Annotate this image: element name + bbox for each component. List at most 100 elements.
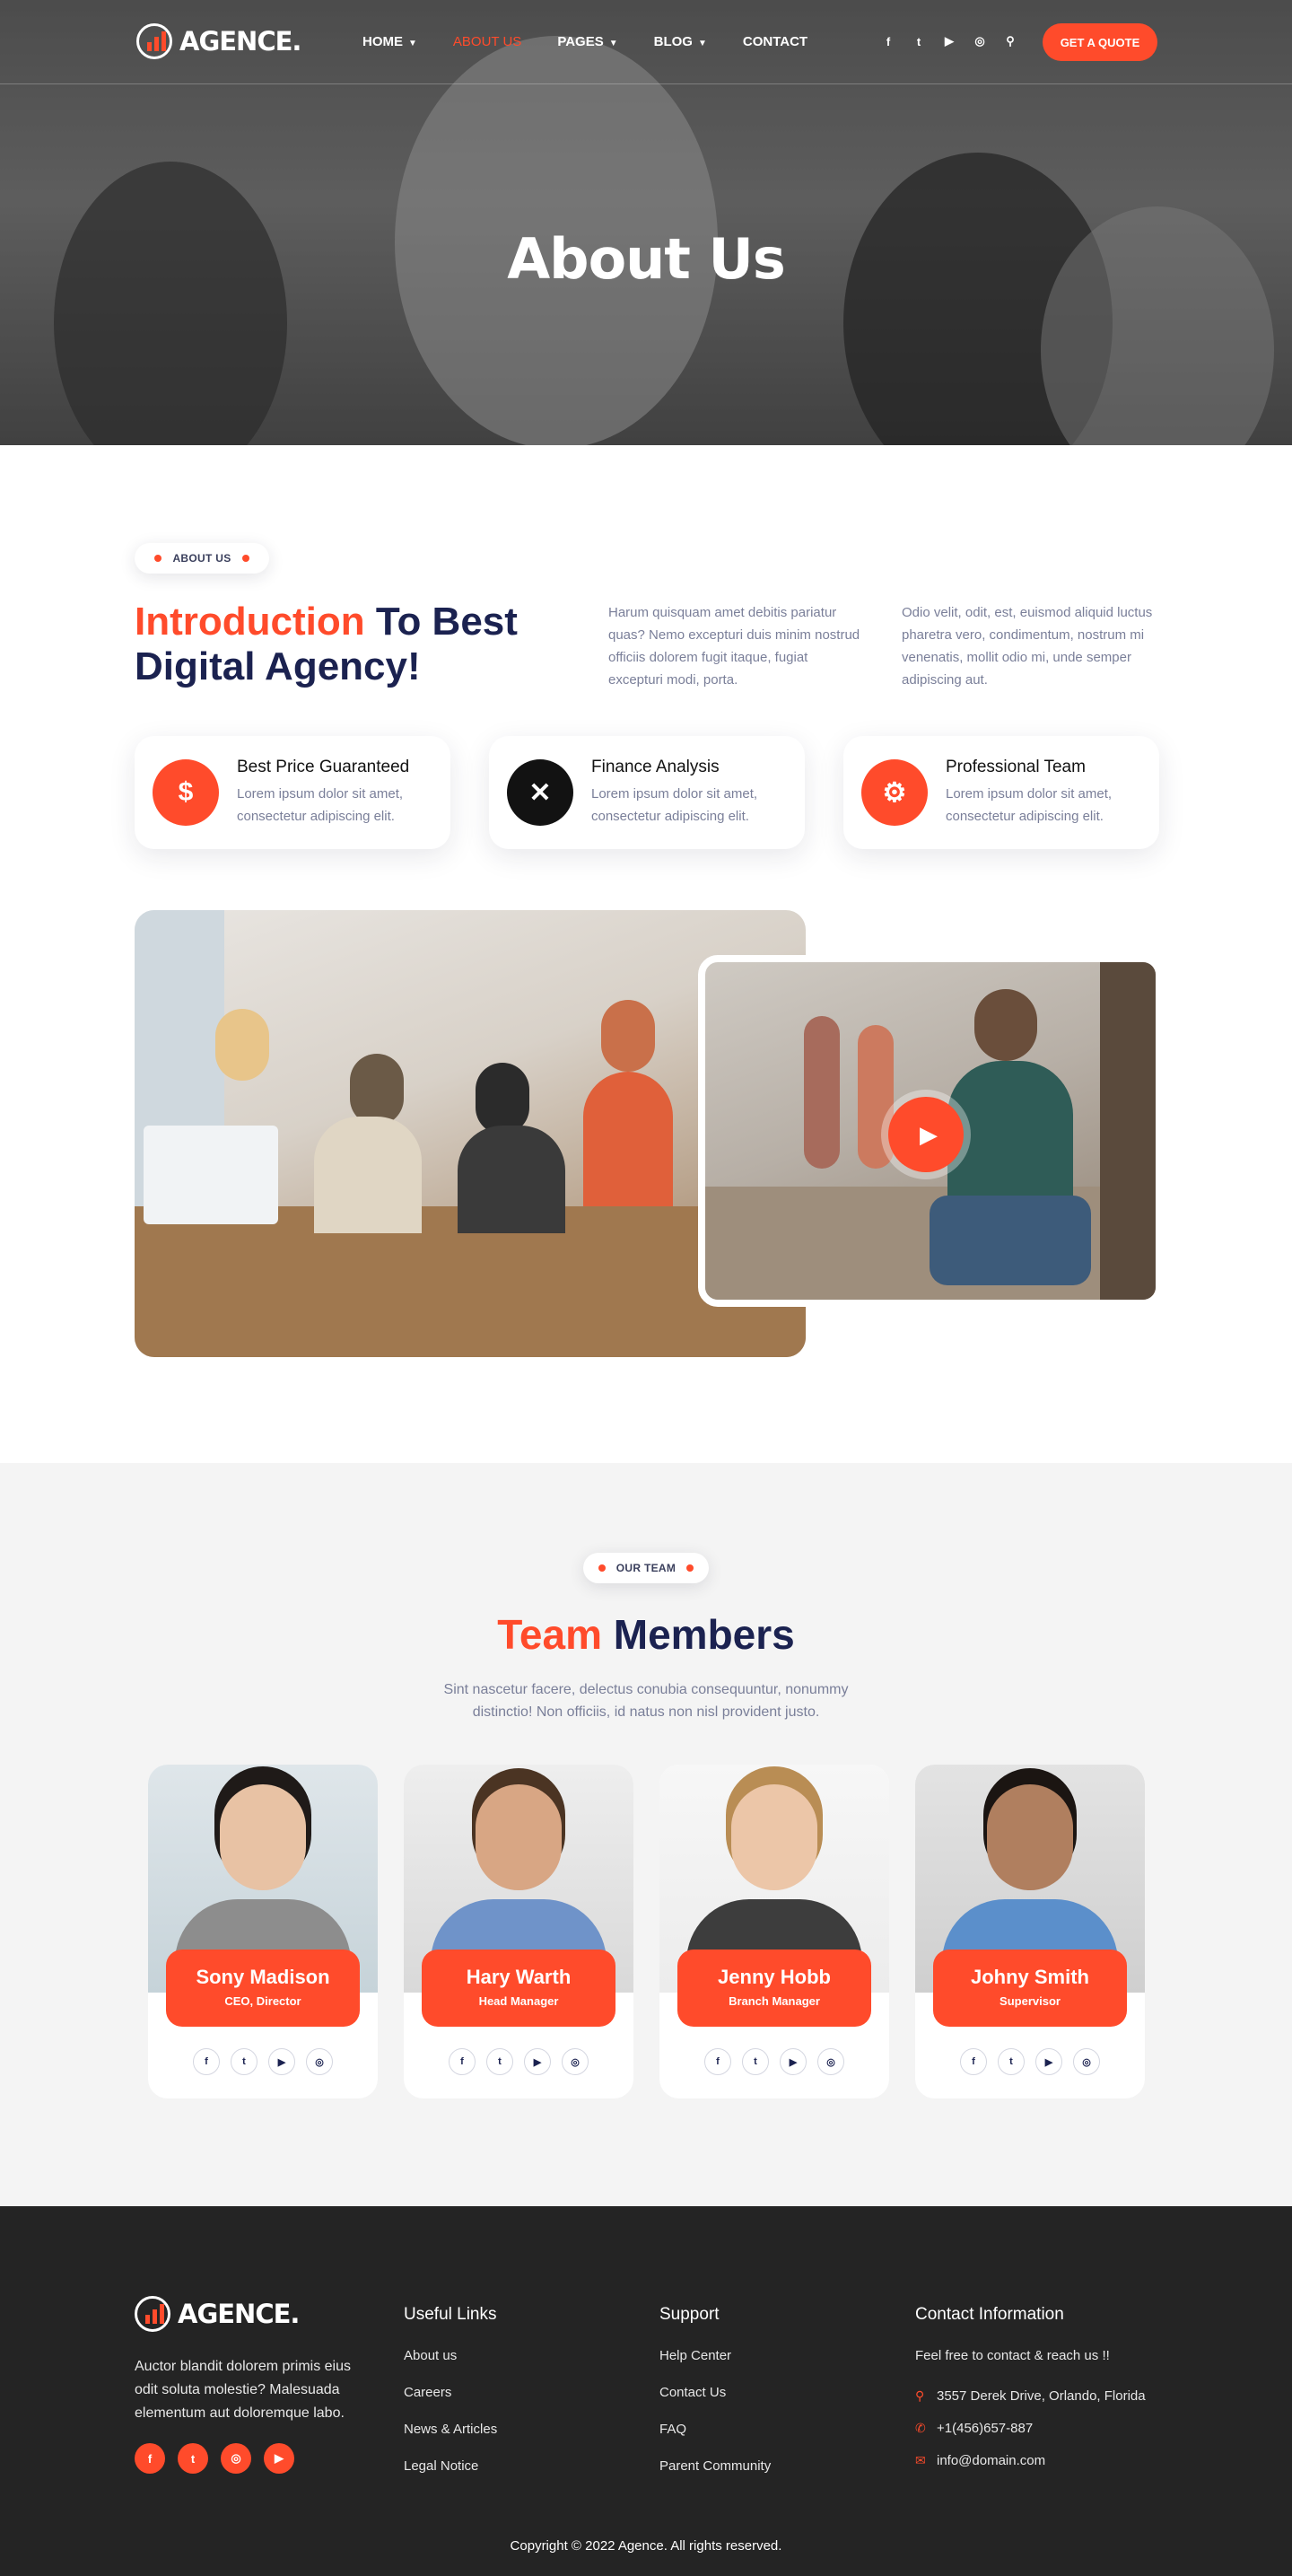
instagram-icon[interactable]: ◎ [306, 2048, 333, 2075]
logo-chart-icon [135, 2296, 170, 2332]
dot-icon [241, 555, 249, 562]
instagram-icon[interactable]: ◎ [817, 2048, 844, 2075]
chevron-down-icon: ▼ [608, 39, 618, 48]
footer-link[interactable]: About us [404, 2348, 497, 2385]
brand-logo[interactable]: AGENCE. [136, 23, 301, 59]
youtube-icon[interactable]: ▶ [264, 2443, 294, 2474]
footer-phone[interactable]: ✆ +1(456)657-887 [915, 2412, 1146, 2444]
member-name-box: Hary Warth Head Manager [422, 1950, 615, 2027]
feature-description: Lorem ipsum dolor sit amet, consectetur … [591, 786, 758, 824]
facebook-icon[interactable]: f [879, 32, 897, 50]
chevron-down-icon: ▼ [408, 39, 417, 48]
dot-icon [154, 555, 162, 562]
about-paragraph: Harum quisquam amet debitis pariatur qua… [608, 605, 860, 688]
team-member-card: Johny Smith Supervisor f t ▶ ◎ [915, 1765, 1145, 2098]
footer-link[interactable]: FAQ [659, 2422, 771, 2458]
feature-description: Lorem ipsum dolor sit amet, consectetur … [946, 786, 1113, 824]
footer-column-title: Useful Links [404, 2305, 497, 2324]
member-socials: f t ▶ ◎ [704, 2048, 844, 2075]
tools-icon: ✕ [507, 759, 573, 826]
member-name: Jenny Hobb [718, 1966, 831, 1988]
nav-item-blog[interactable]: BLOG ▼ [654, 34, 707, 49]
about-section-pill: ABOUT US [135, 543, 269, 574]
logo-text: AGENCE. [179, 26, 301, 57]
facebook-icon[interactable]: f [960, 2048, 987, 2075]
footer-link[interactable]: News & Articles [404, 2422, 497, 2458]
footer-link[interactable]: Help Center [659, 2348, 771, 2385]
instagram-icon[interactable]: ◎ [971, 32, 989, 50]
hero-banner: AGENCE. HOME ▼ ABOUT US PAGES ▼ BLOG ▼ CONT… [0, 0, 1292, 445]
feature-title: Best Price Guaranteed [237, 758, 410, 776]
member-role: Supervisor [1000, 1994, 1061, 2008]
footer-link[interactable]: Careers [404, 2385, 497, 2422]
feature-card: ⚙ Professional Team Lorem ipsum dolor si… [843, 736, 1159, 849]
twitter-icon[interactable]: t [742, 2048, 769, 2075]
footer-link[interactable]: Contact Us [659, 2385, 771, 2422]
header-socials: f t ▶ ◎ ⚲ [879, 32, 1019, 50]
youtube-icon[interactable]: ▶ [1035, 2048, 1062, 2075]
footer-contact: Contact Information Feel free to contact… [915, 2305, 1146, 2476]
twitter-icon[interactable]: t [178, 2443, 208, 2474]
team-heading-highlight: Team [497, 1611, 602, 1658]
top-navbar: AGENCE. HOME ▼ ABOUT US PAGES ▼ BLOG ▼ CONT… [0, 0, 1292, 84]
phone-icon: ✆ [915, 2420, 926, 2435]
youtube-icon[interactable]: ▶ [780, 2048, 807, 2075]
feature-description: Lorem ipsum dolor sit amet, consectetur … [237, 786, 404, 824]
instagram-icon[interactable]: ◎ [221, 2443, 251, 2474]
member-socials: f t ▶ ◎ [449, 2048, 589, 2075]
member-name: Johny Smith [970, 1966, 1089, 1988]
facebook-icon[interactable]: f [704, 2048, 731, 2075]
logo-text: AGENCE. [178, 2299, 300, 2329]
member-socials: f t ▶ ◎ [960, 2048, 1100, 2075]
footer-link[interactable]: Legal Notice [404, 2458, 497, 2495]
nav-item-about[interactable]: ABOUT US [453, 34, 521, 49]
price-hand-icon: $ [153, 759, 219, 826]
member-name-box: Sony Madison CEO, Director [166, 1950, 360, 2027]
footer-socials: f t ◎ ▶ [135, 2443, 294, 2474]
facebook-icon[interactable]: f [135, 2443, 165, 2474]
get-a-quote-button[interactable]: GET A QUOTE [1043, 23, 1157, 61]
page-title: About Us [507, 226, 786, 292]
nav-item-home[interactable]: HOME ▼ [362, 34, 417, 49]
member-name: Hary Warth [466, 1966, 572, 1988]
footer-email[interactable]: ✉ info@domain.com [915, 2444, 1146, 2476]
logo-chart-icon [136, 23, 172, 59]
dot-icon [686, 1564, 694, 1572]
nav-item-contact[interactable]: CONTACT [743, 34, 808, 49]
youtube-icon[interactable]: ▶ [268, 2048, 295, 2075]
team-heading: Team Members [0, 1610, 1292, 1659]
footer-contact-lead: Feel free to contact & reach us !! [915, 2348, 1110, 2363]
team-section-pill: OUR TEAM [583, 1553, 709, 1583]
feature-title: Finance Analysis [591, 758, 720, 776]
facebook-icon[interactable]: f [193, 2048, 220, 2075]
member-name: Sony Madison [196, 1966, 330, 1988]
twitter-icon[interactable]: t [486, 2048, 513, 2075]
facebook-icon[interactable]: f [449, 2048, 476, 2075]
site-footer: AGENCE. Auctor blandit dolorem primis ei… [0, 2206, 1292, 2576]
member-role: CEO, Director [224, 1994, 301, 2008]
footer-support: Support Help Center Contact Us FAQ Paren… [659, 2305, 771, 2495]
footer-about-text: Auctor blandit dolorem primis eius odit … [135, 2359, 351, 2421]
nav-item-pages[interactable]: PAGES ▼ [557, 34, 617, 49]
team-member-card: Jenny Hobb Branch Manager f t ▶ ◎ [659, 1765, 889, 2098]
team-gear-icon: ⚙ [861, 759, 928, 826]
youtube-icon[interactable]: ▶ [940, 32, 958, 50]
instagram-icon[interactable]: ◎ [562, 2048, 589, 2075]
search-icon[interactable]: ⚲ [1001, 32, 1019, 50]
team-member-card: Sony Madison CEO, Director f t ▶ ◎ [148, 1765, 378, 2098]
copyright-text: Copyright © 2022 Agence. All rights rese… [510, 2538, 782, 2554]
twitter-icon[interactable]: t [910, 32, 928, 50]
about-paragraph: Odio velit, odit, est, euismod aliquid l… [902, 605, 1153, 688]
footer-link[interactable]: Parent Community [659, 2458, 771, 2495]
play-video-button[interactable]: ▶ [888, 1097, 964, 1172]
twitter-icon[interactable]: t [998, 2048, 1025, 2075]
about-heading-highlight: Introduction [135, 600, 365, 644]
youtube-icon[interactable]: ▶ [524, 2048, 551, 2075]
member-socials: f t ▶ ◎ [193, 2048, 333, 2075]
photo-monitor [144, 1126, 278, 1224]
twitter-icon[interactable]: t [231, 2048, 258, 2075]
feature-title: Professional Team [946, 758, 1086, 776]
footer-logo[interactable]: AGENCE. [135, 2296, 300, 2332]
instagram-icon[interactable]: ◎ [1073, 2048, 1100, 2075]
footer-column-title: Support [659, 2305, 720, 2324]
